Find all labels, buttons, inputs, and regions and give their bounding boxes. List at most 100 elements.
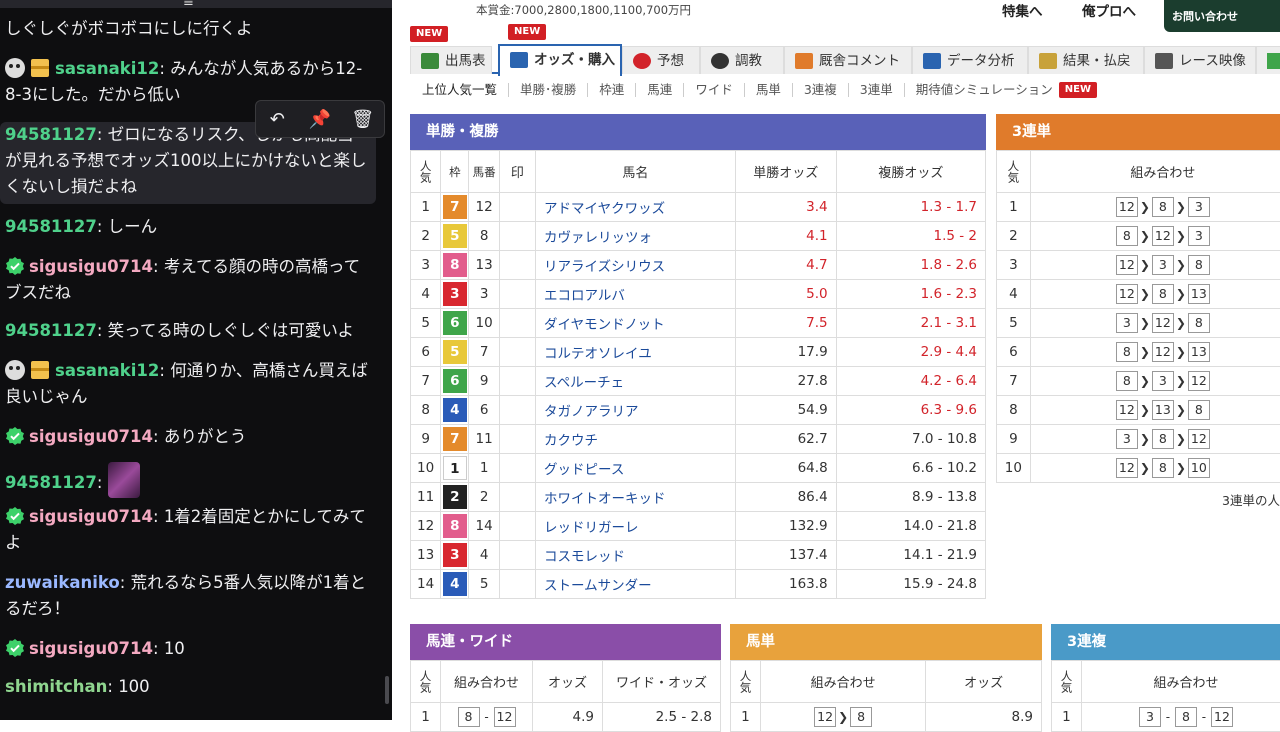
horse-name-link[interactable]: コスモレッド (536, 541, 736, 570)
delete-icon[interactable]: 🗑 (347, 109, 379, 130)
chat-username[interactable]: 94581127 (5, 473, 97, 492)
chat-username[interactable]: sigusigu0714 (29, 427, 153, 446)
table-row[interactable]: 78❯3❯12 (997, 367, 1280, 396)
mark-cell[interactable] (499, 512, 535, 541)
tab-more[interactable] (1256, 46, 1280, 74)
chat-username[interactable]: 94581127 (5, 217, 97, 236)
mark-cell[interactable] (499, 222, 535, 251)
horse-name-link[interactable]: タガノアラリア (536, 396, 736, 425)
horse-name-link[interactable]: レッドリガーレ (536, 512, 736, 541)
subtab-item[interactable]: 3連複 (793, 83, 849, 97)
mark-cell[interactable] (499, 541, 535, 570)
chat-username[interactable]: sigusigu0714 (29, 639, 153, 658)
table-row[interactable]: 53❯12❯8 (997, 309, 1280, 338)
mark-cell[interactable] (499, 251, 535, 280)
mark-cell[interactable] (499, 570, 535, 599)
waku-badge: 3 (443, 543, 467, 567)
drag-handle-icon[interactable]: ≡ (177, 0, 199, 14)
mark-cell[interactable] (499, 309, 535, 338)
horse-name-link[interactable]: ダイヤモンドノット (536, 309, 736, 338)
horse-name-link[interactable]: ストームサンダー (536, 570, 736, 599)
table-row[interactable]: 1011グッドピース64.86.6 - 10.2 (411, 454, 986, 483)
place-odds-cell: 1.3 - 1.7 (836, 193, 985, 222)
horse-name-link[interactable]: グッドピース (536, 454, 736, 483)
table-row[interactable]: 657コルテオソレイユ17.92.9 - 4.4 (411, 338, 986, 367)
combination-cell: 8❯12❯3 (1030, 222, 1280, 251)
subtab-item[interactable]: 期待値シミュレーション (905, 83, 1065, 97)
feature-link[interactable]: 特集へ (1002, 0, 1043, 20)
subtab-item[interactable]: 馬連 (636, 83, 684, 97)
orepro-link[interactable]: 俺プロへ (1082, 0, 1136, 20)
subtab-item[interactable]: 枠連 (588, 83, 636, 97)
chat-username[interactable]: sasanaki12 (55, 59, 159, 78)
horse-name-link[interactable]: リアライズシリウス (536, 251, 736, 280)
chat-username[interactable]: 94581127 (5, 125, 97, 144)
tab-chokyo[interactable]: 調教 (700, 46, 784, 74)
mark-cell[interactable] (499, 338, 535, 367)
chat-username[interactable]: sasanaki12 (55, 361, 159, 380)
horse-name-link[interactable]: ホワイトオーキッド (536, 483, 736, 512)
horse-name-link[interactable]: コルテオソレイユ (536, 338, 736, 367)
horse-name-link[interactable]: カヴァレリッツォ (536, 222, 736, 251)
column-header: 枠 (441, 151, 469, 193)
mark-cell[interactable] (499, 425, 535, 454)
table-row[interactable]: 412❯8❯13 (997, 280, 1280, 309)
mark-cell[interactable] (499, 280, 535, 309)
table-row[interactable]: 433エコロアルバ5.01.6 - 2.3 (411, 280, 986, 309)
reply-icon[interactable]: ↶ (261, 109, 293, 130)
tab-label: レース映像 (1179, 53, 1246, 69)
mark-cell[interactable] (499, 396, 535, 425)
contact-button[interactable]: お問い合わせ (1164, 0, 1280, 32)
tab-result[interactable]: 結果・払戻 (1028, 46, 1144, 74)
table-row[interactable]: 12814レッドリガーレ132.914.0 - 21.8 (411, 512, 986, 541)
table-row[interactable]: 13-8-12 (1052, 703, 1280, 732)
horse-name-link[interactable]: スペルーチェ (536, 367, 736, 396)
table-row[interactable]: 258カヴァレリッツォ4.11.5 - 2 (411, 222, 986, 251)
chat-username[interactable]: 94581127 (5, 321, 97, 340)
chat-scrollbar[interactable] (385, 676, 389, 704)
tab-data[interactable]: データ分析 (912, 46, 1028, 74)
table-row[interactable]: 1445ストームサンダー163.815.9 - 24.8 (411, 570, 986, 599)
table-row[interactable]: 112❯88.9 (731, 703, 1042, 732)
chat-username[interactable]: shimitchan (5, 677, 107, 696)
subtab-item[interactable]: 馬単 (745, 83, 793, 97)
table-row[interactable]: 1012❯8❯10 (997, 454, 1280, 483)
table-row[interactable]: 28❯12❯3 (997, 222, 1280, 251)
table-row[interactable]: 1712アドマイヤクワッズ3.41.3 - 1.7 (411, 193, 986, 222)
horse-name-link[interactable]: カクウチ (536, 425, 736, 454)
pin-icon[interactable]: 📌 (304, 109, 336, 130)
table-row[interactable]: 3813リアライズシリウス4.71.8 - 2.6 (411, 251, 986, 280)
tab-yoso[interactable]: 予想 (622, 46, 700, 74)
table-row[interactable]: 93❯8❯12 (997, 425, 1280, 454)
table-row[interactable]: 9711カクウチ62.77.0 - 10.8 (411, 425, 986, 454)
chat-username[interactable]: sigusigu0714 (29, 507, 153, 526)
horse-name-link[interactable]: エコロアルバ (536, 280, 736, 309)
table-row[interactable]: 1122ホワイトオーキッド86.48.9 - 13.8 (411, 483, 986, 512)
chat-username[interactable]: sigusigu0714 (29, 257, 153, 276)
horse-name-link[interactable]: アドマイヤクワッズ (536, 193, 736, 222)
chat-username[interactable]: zuwaikaniko (5, 573, 120, 592)
tab-comment[interactable]: 厩舎コメント (784, 46, 912, 74)
table-row[interactable]: 846タガノアラリア54.96.3 - 9.6 (411, 396, 986, 425)
mark-cell[interactable] (499, 483, 535, 512)
tab-shutsubahyo[interactable]: 出馬表 (410, 46, 492, 74)
subtab-item[interactable]: ワイド (684, 83, 745, 97)
table-row[interactable]: 112❯8❯3 (997, 193, 1280, 222)
mark-cell[interactable] (499, 454, 535, 483)
table-row[interactable]: 769スペルーチェ27.84.2 - 6.4 (411, 367, 986, 396)
table-row[interactable]: 68❯12❯13 (997, 338, 1280, 367)
table-row[interactable]: 812❯13❯8 (997, 396, 1280, 425)
tab-odds[interactable]: オッズ・購入 (498, 44, 622, 76)
subtab-item[interactable]: 上位人気一覧 (410, 83, 509, 97)
mark-cell[interactable] (499, 367, 535, 396)
mark-cell[interactable] (499, 193, 535, 222)
table-row[interactable]: 312❯3❯8 (997, 251, 1280, 280)
table-row[interactable]: 5610ダイヤモンドノット7.52.1 - 3.1 (411, 309, 986, 338)
subtab-item[interactable]: 3連単 (849, 83, 905, 97)
place-odds-cell: 2.9 - 4.4 (836, 338, 985, 367)
place-odds-cell: 4.2 - 6.4 (836, 367, 985, 396)
table-row[interactable]: 1334コスモレッド137.414.1 - 21.9 (411, 541, 986, 570)
table-row[interactable]: 18-124.92.5 - 2.8 (411, 703, 721, 732)
subtab-item[interactable]: 単勝･複勝 (509, 83, 588, 97)
tab-video[interactable]: レース映像 (1144, 46, 1256, 74)
